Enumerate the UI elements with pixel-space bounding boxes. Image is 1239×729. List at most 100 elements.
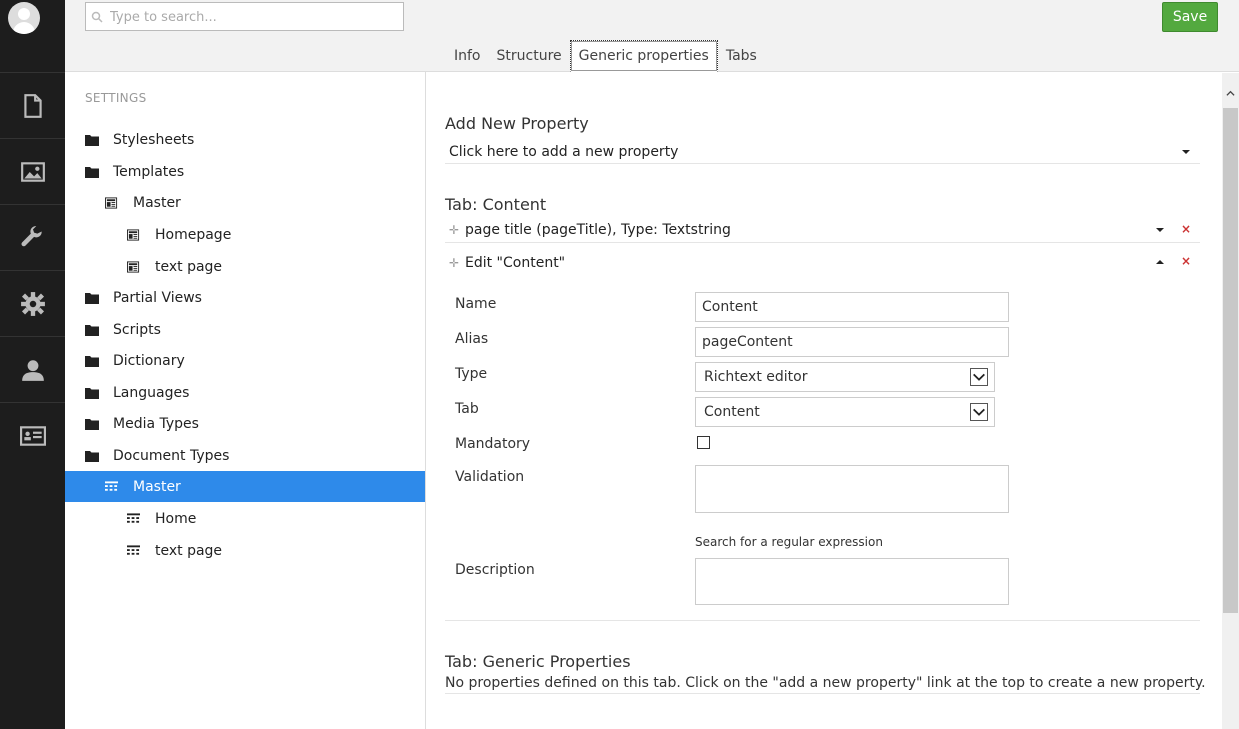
media-icon <box>20 161 45 182</box>
search-input[interactable] <box>110 6 390 28</box>
tree-node-label: Stylesheets <box>113 131 195 148</box>
developer-section-button[interactable] <box>0 204 65 270</box>
folder-icon <box>85 355 99 367</box>
tree-panel: SETTINGS Stylesheets Templates Master Homep… <box>65 0 426 729</box>
search-box[interactable] <box>85 2 404 31</box>
section-title: SETTINGS <box>85 91 147 105</box>
description-field[interactable] <box>695 558 1009 605</box>
type-label: Type <box>455 366 488 382</box>
property-row-content[interactable]: ✛ Edit "Content" × <box>445 250 1200 275</box>
settings-section-button[interactable] <box>0 270 65 336</box>
folder-icon <box>85 166 99 178</box>
chevron-down-icon[interactable] <box>1156 228 1164 232</box>
tab-select[interactable]: Content <box>695 397 995 427</box>
mandatory-checkbox[interactable] <box>697 436 710 449</box>
users-section-button[interactable] <box>0 336 65 402</box>
tab-select-value: Content <box>704 404 760 420</box>
doctype-icon <box>127 544 141 557</box>
add-property-heading: Add New Property <box>445 114 589 133</box>
tree-node-label: text page <box>155 258 223 275</box>
tree-node-label: Homepage <box>155 226 232 243</box>
folder-icon <box>85 134 99 146</box>
wrench-icon <box>20 225 42 246</box>
folder-icon <box>85 292 99 304</box>
tree-node[interactable]: Partial Views <box>65 282 425 313</box>
tree-node-label: Dictionary <box>113 352 185 369</box>
tree-node-label: Master <box>133 194 181 211</box>
template-icon <box>105 196 119 209</box>
alias-field[interactable] <box>695 327 1009 357</box>
media-section-button[interactable] <box>0 138 65 204</box>
validation-field[interactable] <box>695 465 1009 513</box>
regex-search-link[interactable]: Search for a regular expression <box>695 535 883 549</box>
scroll-up-icon[interactable] <box>1226 89 1235 98</box>
tree-node[interactable]: Stylesheets <box>65 124 425 155</box>
tree-node[interactable]: Scripts <box>65 314 425 345</box>
generic-properties-heading: Tab: Generic Properties <box>445 652 631 671</box>
folder-icon <box>85 387 99 399</box>
folder-icon <box>85 450 99 462</box>
folder-icon <box>85 418 99 430</box>
tree-node-label: Templates <box>113 163 185 180</box>
drag-handle-icon[interactable]: ✛ <box>449 223 461 237</box>
chevron-down-icon[interactable] <box>970 403 988 421</box>
validation-label: Validation <box>455 469 525 485</box>
name-field[interactable] <box>695 292 1009 322</box>
tree-node-label: Languages <box>113 384 190 401</box>
tree-node[interactable]: Home <box>65 503 425 534</box>
tree-node[interactable]: Master <box>65 187 425 218</box>
delete-icon[interactable]: × <box>1181 254 1191 268</box>
editor-header: Save Info Structure Generic properties T… <box>426 0 1239 72</box>
tree-node-label: Scripts <box>113 321 161 338</box>
tab-content-heading: Tab: Content <box>445 195 547 214</box>
tree-header <box>65 0 426 72</box>
save-button[interactable]: Save <box>1162 2 1218 32</box>
tree-node[interactable]: Templates <box>65 156 425 187</box>
tab-structure[interactable]: Structure <box>489 40 570 72</box>
tree-node[interactable]: Homepage <box>65 219 425 250</box>
search-icon <box>91 11 103 23</box>
template-icon <box>126 228 141 241</box>
gear-icon <box>20 291 45 316</box>
tree-node-label: Media Types <box>113 415 199 432</box>
tree-node[interactable]: Master <box>65 471 425 502</box>
tree-node-label: text page <box>155 542 223 559</box>
drag-handle-icon[interactable]: ✛ <box>449 256 461 270</box>
chevron-down-icon[interactable] <box>1182 150 1190 154</box>
id-card-icon <box>19 425 46 446</box>
members-section-button[interactable] <box>0 402 65 468</box>
chevron-down-icon[interactable] <box>970 368 988 386</box>
scrollbar-thumb[interactable] <box>1223 108 1238 613</box>
property-label: page title (pageTitle), Type: Textstring <box>465 222 731 238</box>
add-property-row[interactable]: Click here to add a new property <box>445 140 1200 164</box>
tab-generic-properties[interactable]: Generic properties <box>569 40 718 72</box>
tab-bar: Info Structure Generic properties Tabs <box>446 40 765 72</box>
tree-node-label: Partial Views <box>113 289 202 306</box>
tree-node[interactable]: text page <box>65 535 425 566</box>
main-panel: Save Info Structure Generic properties T… <box>426 0 1239 729</box>
mandatory-label: Mandatory <box>455 436 531 452</box>
add-property-link[interactable]: Click here to add a new property <box>449 144 678 160</box>
template-icon <box>126 260 141 273</box>
tree-node[interactable]: Dictionary <box>65 345 425 376</box>
tree-node[interactable]: Languages <box>65 377 425 408</box>
type-select[interactable]: Richtext editor <box>695 362 995 392</box>
tree-node-label: Master <box>133 478 181 495</box>
doctype-icon <box>105 480 119 493</box>
scrollbar[interactable] <box>1222 73 1239 729</box>
user-avatar[interactable] <box>8 2 40 34</box>
description-label: Description <box>455 562 535 578</box>
tree-node[interactable]: Document Types <box>65 440 425 471</box>
folder-icon <box>85 324 99 336</box>
content-section-button[interactable] <box>0 72 65 138</box>
tab-tabs[interactable]: Tabs <box>718 40 765 72</box>
alias-label: Alias <box>455 331 489 347</box>
tree-node[interactable]: text page <box>65 251 425 282</box>
property-row-page-title[interactable]: ✛ page title (pageTitle), Type: Textstri… <box>445 218 1200 243</box>
empty-tab-note: No properties defined on this tab. Click… <box>445 675 1206 691</box>
delete-icon[interactable]: × <box>1181 222 1191 236</box>
user-icon <box>21 359 44 381</box>
tree-node[interactable]: Media Types <box>65 408 425 439</box>
tab-info[interactable]: Info <box>446 40 489 72</box>
chevron-up-icon[interactable] <box>1156 260 1164 264</box>
